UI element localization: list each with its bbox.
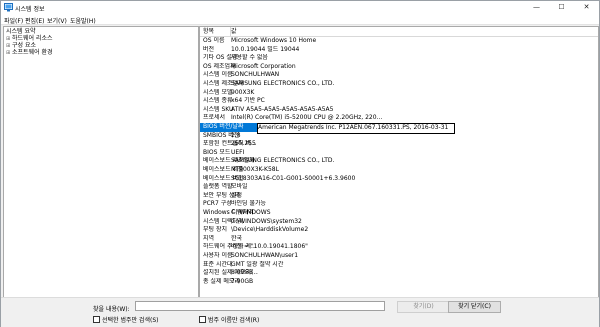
column-header-value[interactable]: 값	[231, 27, 598, 37]
table-row[interactable]: 표준 시간대 GMT 일광 절약 시간	[200, 261, 598, 270]
row-value: 바인딩 불가능	[231, 200, 267, 208]
row-value: 사용할 수 없음	[231, 54, 268, 62]
row-value: C:\WINDOWS\system32	[231, 217, 302, 225]
table-row[interactable]: 시스템 제조업체 SAMSUNG ELECTRONICS CO., LTD.	[200, 80, 598, 89]
table-row[interactable]: Windows 디렉터리 C:\WINDOWS	[200, 209, 598, 218]
search-category-names-checkbox[interactable]: 범주 이름만 검색(R)	[199, 316, 259, 324]
table-row[interactable]: 기타 OS 설명 사용할 수 없음	[200, 54, 598, 63]
menu-edit[interactable]: 편집(E)	[25, 16, 45, 25]
row-value: 900X3K	[231, 88, 255, 96]
table-row[interactable]: 베이스보드 제조업체 SAMSUNG ELECTRONICS CO., LTD.	[200, 157, 598, 166]
row-value: 모바일	[231, 183, 248, 191]
table-row[interactable]: 시스템 모델 900X3K	[200, 89, 598, 98]
find-panel: 찾을 내용(W): 찾기(D) 찾기 닫기(C) 선택한 범주만 검색(S) 범…	[1, 297, 599, 327]
row-value: Microsoft Windows 10 Home	[231, 37, 317, 44]
table-row[interactable]: 보안 부팅 상태 설정	[200, 192, 598, 201]
tree-item-system-summary[interactable]: 시스템 요약	[6, 28, 36, 35]
table-row[interactable]: 플랫폼 역할 모바일	[200, 183, 598, 192]
close-find-button[interactable]: 찾기 닫기(C)	[448, 301, 501, 313]
checkbox-label: 범주 이름만 검색(R)	[208, 317, 260, 324]
table-row[interactable]: 베이스보드 제품 NT900X3K-K58L	[200, 166, 598, 175]
table-row[interactable]: 버전 10.0.19044 빌드 19044	[200, 46, 598, 55]
table-row[interactable]: SMBIOS 버전 2.8	[200, 132, 598, 141]
row-value: ATIV A5A5-A5A5-A5A5-A5A5-A5A5	[231, 105, 334, 113]
table-row[interactable]: 총 실제 메모리 7.90GB	[200, 278, 598, 287]
row-value: SONCHULHWAN\user1	[231, 252, 299, 259]
row-value: SAMSUNG ELECTRONICS CO., LTD.	[231, 157, 335, 165]
checkbox-label: 선택한 범주만 검색(S)	[102, 317, 159, 324]
tree-item-software-environment[interactable]: ⊞ 소프트웨어 환경	[6, 49, 53, 57]
row-value: 한국	[231, 234, 243, 242]
menu-help[interactable]: 도움말(H)	[70, 16, 96, 25]
tree-item-label: 구성 요소	[12, 42, 36, 49]
row-value: 255.255	[231, 140, 256, 148]
table-row[interactable]: 시스템 종류 x64 기반 PC	[200, 97, 598, 106]
row-value: Intel(R) Core(TM) i5-5200U CPU @ 2.20GHz…	[231, 114, 383, 122]
table-row[interactable]: OS 제조업체 Microsoft Corporation	[200, 63, 598, 72]
row-value: \Device\HarddiskVolume2	[231, 226, 309, 234]
tree-item-label: 소프트웨어 환경	[12, 49, 53, 56]
table-row[interactable]: 하드웨어 추상화 계... 버전 = "10.0.19041.1806"	[200, 243, 598, 252]
system-info-window: 시스템 정보 — ☐ ✕ 파일(F) 편집(E) 보기(V) 도움말(H) 시스…	[0, 0, 600, 327]
window-title: 시스템 정보	[15, 6, 45, 13]
table-row[interactable]: BIOS 모드 UEFI	[200, 149, 598, 158]
table-row[interactable]: 부팅 장치 \Device\HarddiskVolume2	[200, 226, 598, 235]
row-value: SAMSUNG ELECTRONICS CO., LTD.	[231, 80, 335, 87]
table-row[interactable]: 프로세서 Intel(R) Core(TM) i5-5200U CPU @ 2.2…	[200, 114, 598, 123]
row-value: 2.8	[231, 131, 241, 139]
checkbox-icon[interactable]	[93, 316, 100, 323]
details-list: 항목 값 OS 이름 Microsoft Windows 10 Home 버전 10.…	[199, 26, 599, 298]
title-bar: 시스템 정보 — ☐ ✕	[1, 1, 599, 14]
row-value: 10.0.19044 빌드 19044	[231, 45, 300, 53]
maximize-button[interactable]: ☐	[550, 1, 573, 14]
menu-bar: 파일(F) 편집(E) 보기(V) 도움말(H)	[1, 14, 599, 25]
row-value: 버전 = "10.0.19041.1806"	[231, 243, 308, 251]
table-row[interactable]: BIOS 버전/날짜 American Megatrends Inc. P12AE…	[200, 123, 598, 134]
menu-view[interactable]: 보기(V)	[47, 16, 67, 25]
row-value: SONCHULHWAN	[231, 71, 280, 79]
row-value: 설정	[231, 191, 243, 199]
table-row[interactable]: 시스템 디렉터리 C:\WINDOWS\system32	[200, 218, 598, 227]
table-row[interactable]: 포함된 컨트롤러 버... 255.255	[200, 140, 598, 149]
search-selected-category-checkbox[interactable]: 선택한 범주만 검색(S)	[93, 316, 158, 324]
checkbox-icon[interactable]	[199, 316, 206, 323]
table-row[interactable]: 베이스보드 버전 SGL8303A16-C01-G001-S0001+6.3.96…	[200, 175, 598, 184]
minimize-button[interactable]: —	[525, 1, 548, 14]
find-label: 찾을 내용(W):	[93, 306, 130, 313]
row-item: BIOS 버전/날짜	[203, 123, 244, 130]
row-value: GMT 일광 절약 시간	[231, 260, 284, 268]
system-info-app-icon	[4, 3, 13, 12]
tree-item-label: 하드웨어 리소스	[12, 35, 53, 42]
category-tree: 시스템 요약 ⊞ 하드웨어 리소스 ⊞ 구성 요소 ⊞ 소프트웨어 환경	[3, 26, 199, 298]
row-value: SGL8303A16-C01-G001-S0001+6.3.9600	[231, 174, 356, 182]
menu-file[interactable]: 파일(F)	[4, 16, 23, 25]
row-value: C:\WINDOWS	[231, 209, 271, 216]
find-button[interactable]: 찾기(D)	[397, 301, 450, 313]
close-window-button[interactable]: ✕	[575, 1, 598, 14]
table-row[interactable]: 설치된 실제 메모리(... 8.00GB	[200, 269, 598, 278]
column-header-item[interactable]: 항목	[200, 27, 231, 37]
row-value: x64 기반 PC	[231, 97, 265, 105]
row-value: 7.90GB	[231, 277, 254, 285]
table-row[interactable]: 시스템 SKU ATIV A5A5-A5A5-A5A5-A5A5-A5A5	[200, 106, 598, 115]
table-row[interactable]: 지역 한국	[200, 235, 598, 244]
row-value: Microsoft Corporation	[231, 62, 296, 70]
table-row[interactable]: 시스템 이름 SONCHULHWAN	[200, 71, 598, 80]
row-value: NT900X3K-K58L	[231, 166, 279, 173]
row-value: 8.00GB	[231, 269, 254, 277]
table-row[interactable]: PCR7 구성 바인딩 불가능	[200, 200, 598, 209]
table-row[interactable]: OS 이름 Microsoft Windows 10 Home	[200, 37, 598, 46]
table-row[interactable]: 사용자 이름 SONCHULHWAN\user1	[200, 252, 598, 261]
find-input[interactable]	[135, 301, 385, 311]
row-value: UEFI	[231, 148, 245, 156]
tree-item-label: 시스템 요약	[6, 28, 36, 35]
